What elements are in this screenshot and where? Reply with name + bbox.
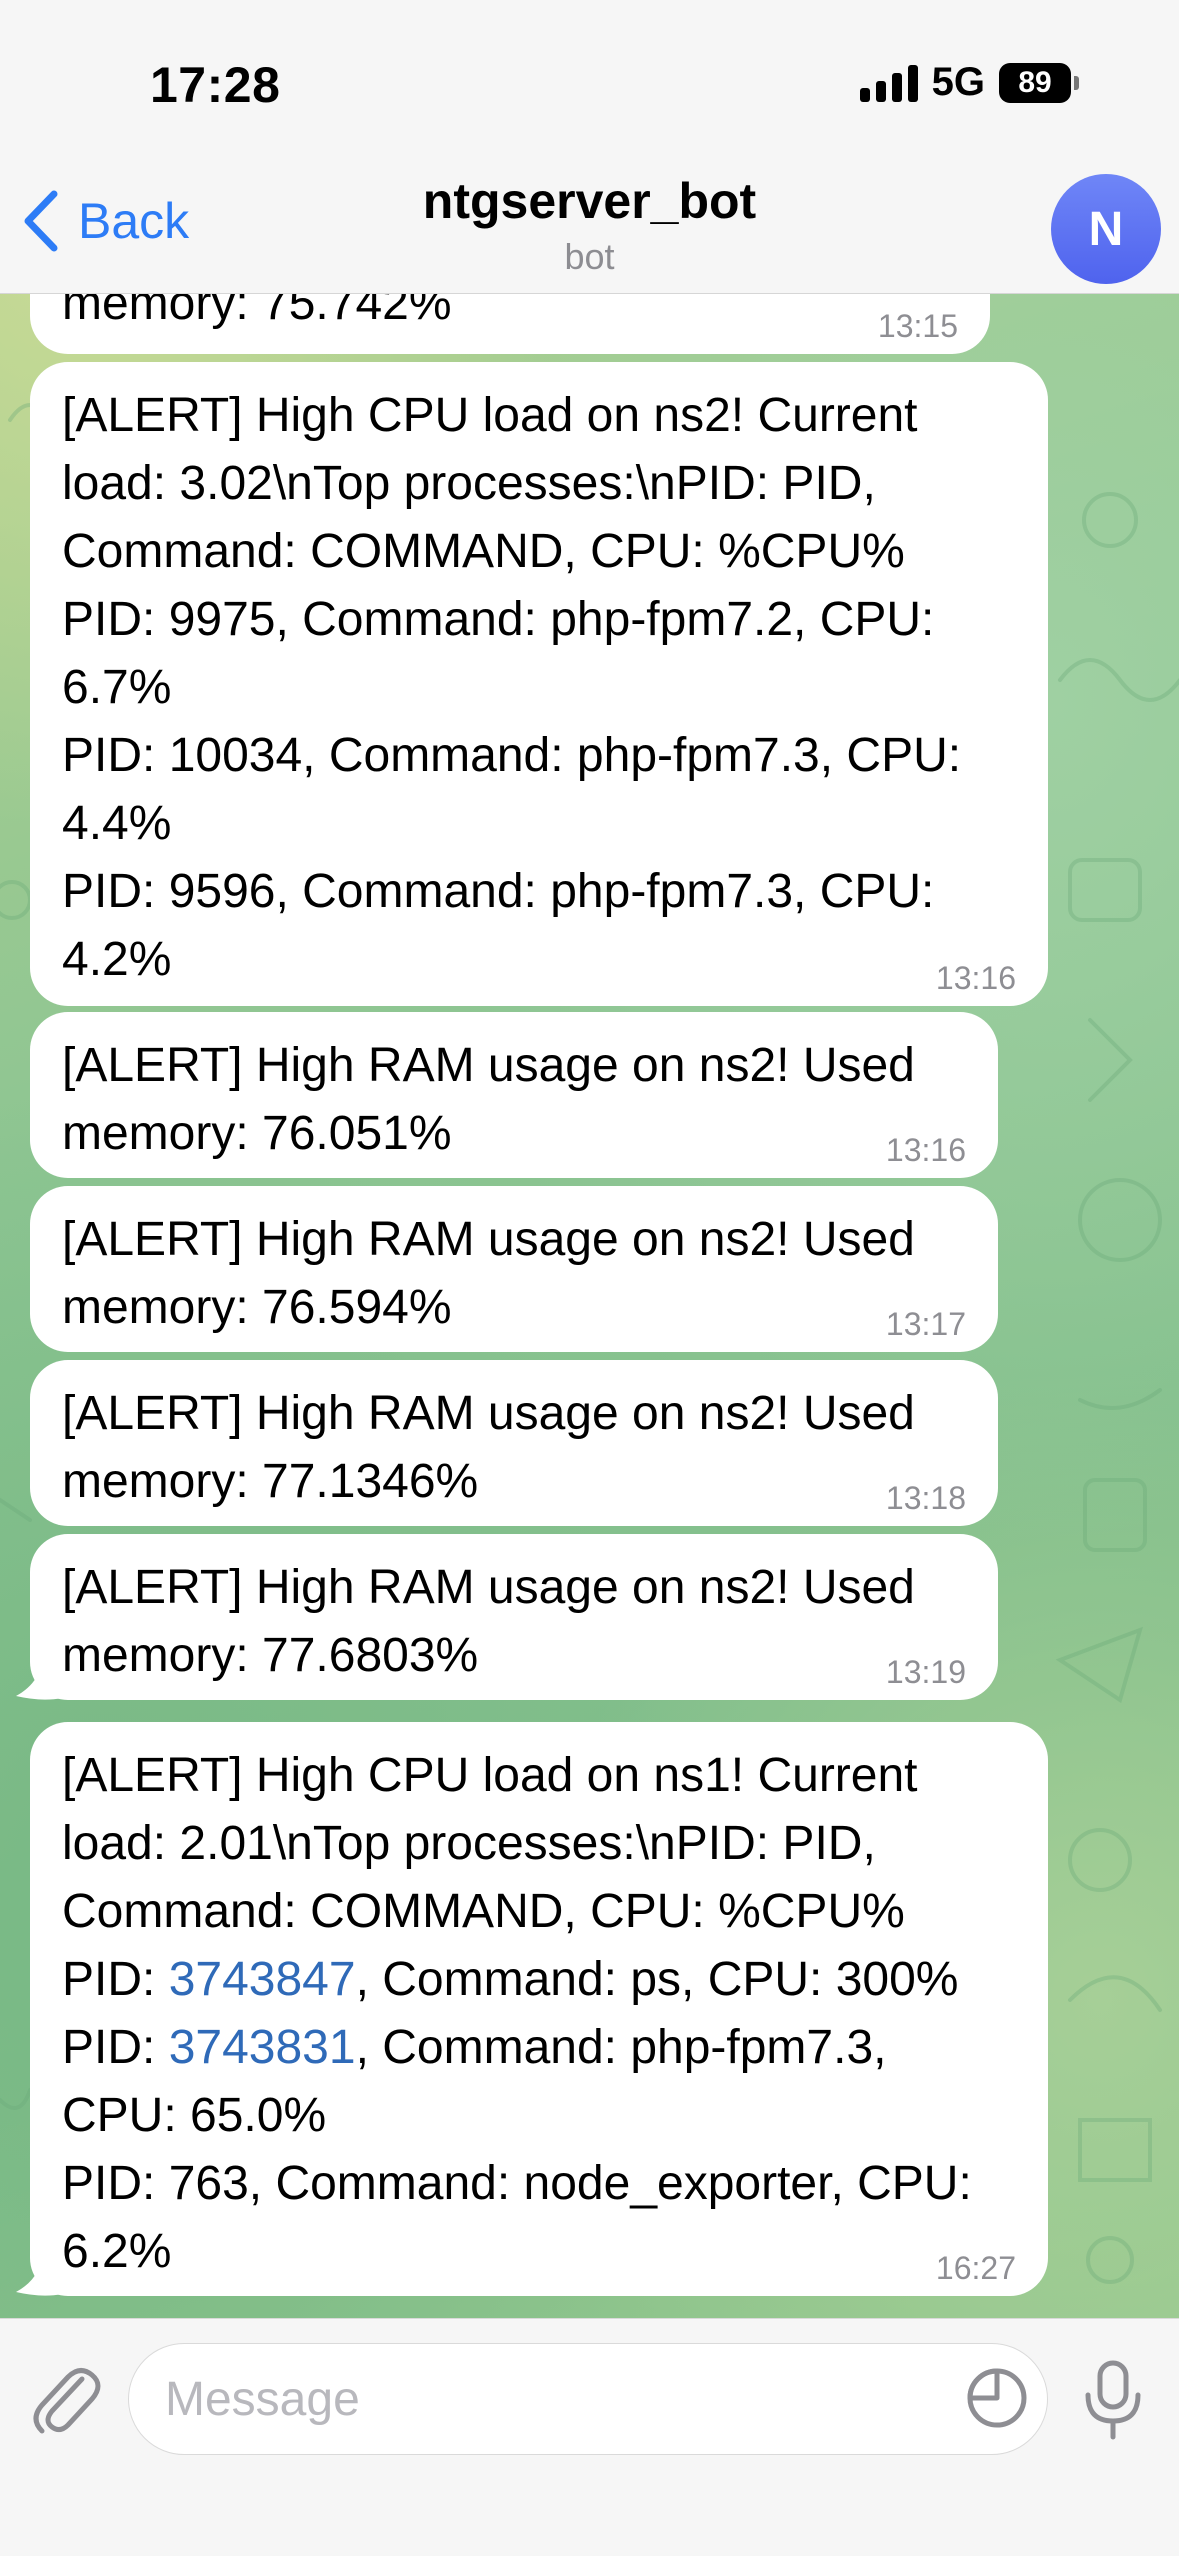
message-text: PID: 10034, Command: php-fpm7.3, CPU: <box>62 729 962 782</box>
message-bubble[interactable]: [ALERT] High CPU load on ns2! Current lo… <box>30 362 1048 1006</box>
message-time: 13:19 <box>885 1654 966 1690</box>
message-text: 4.4% <box>62 797 172 850</box>
message-text: 4.2% <box>62 933 172 986</box>
message-bubble[interactable]: [ALERT] High RAM usage on ns2! Used memo… <box>30 1012 998 1178</box>
message-text: memory: 77.6803% <box>62 1629 479 1682</box>
message-text: PID: 763, Command: node_exporter, CPU: <box>62 2157 972 2210</box>
message-time: 13:18 <box>885 1480 966 1516</box>
message-text: [ALERT] High RAM usage on ns2! Used <box>62 1561 915 1614</box>
message-text: Command: COMMAND, CPU: %CPU% <box>62 525 905 578</box>
message-text: [ALERT] High RAM usage on ns2! Used <box>62 1387 915 1440</box>
network-type: 5G <box>931 60 985 104</box>
message-input[interactable] <box>128 2343 1048 2455</box>
message-text: memory: 76.051% <box>62 1107 452 1160</box>
message-text: Command: COMMAND, CPU: %CPU% <box>62 1885 905 1938</box>
message-text: PID: 9596, Command: php-fpm7.3, CPU: <box>62 865 935 918</box>
status-time: 17:28 <box>150 57 281 113</box>
message-text: PID: 3743831, Command: php-fpm7.3, <box>62 2021 887 2074</box>
battery-icon: 89 <box>999 62 1079 103</box>
message-text: memory: 77.1346% <box>62 1455 479 1508</box>
avatar[interactable]: N <box>1051 174 1161 284</box>
message-text: [ALERT] High CPU load on ns1! Current <box>62 1749 918 1802</box>
message-text: [ALERT] High RAM usage on ns2! Used <box>62 1213 915 1266</box>
composer-bar <box>0 2318 1179 2556</box>
microphone-icon[interactable] <box>1082 2359 1144 2443</box>
message-bubble[interactable]: [ALERT] High CPU load on ns1! Current lo… <box>30 1722 1048 2296</box>
message-bubble[interactable]: [ALERT] High RAM usage on ns2! Used memo… <box>30 1360 998 1526</box>
message-text: PID: 3743847, Command: ps, CPU: 300% <box>62 1953 959 2006</box>
message-text: memory: 76.594% <box>62 1281 452 1334</box>
sticker-icon[interactable] <box>962 2363 1032 2433</box>
paperclip-icon[interactable] <box>30 2359 104 2439</box>
message-time: 13:16 <box>885 1132 966 1168</box>
message-time: 13:15 <box>877 308 958 344</box>
message-text: 6.7% <box>62 661 172 714</box>
message-text: 6.2% <box>62 2225 172 2278</box>
message-text: [ALERT] High RAM usage on ns2! Used <box>62 1039 915 1092</box>
status-indicators: 5G 89 <box>859 60 1079 105</box>
message-text: [ALERT] High CPU load on ns2! Current <box>62 389 918 442</box>
message-time: 13:16 <box>935 960 1016 996</box>
battery-level: 89 <box>999 62 1071 103</box>
pid-link[interactable]: 3743847 <box>169 1953 356 2006</box>
message-text: CPU: 65.0% <box>62 2089 327 2142</box>
message-text: PID: 9975, Command: php-fpm7.2, CPU: <box>62 593 935 646</box>
chat-title: ntgserver_bot <box>422 173 757 229</box>
pid-link[interactable]: 3743831 <box>169 2021 356 2074</box>
message-bubble[interactable]: [ALERT] High RAM usage on ns2! Used memo… <box>30 1186 998 1352</box>
message-bubble[interactable]: [ALERT] High RAM usage on ns2! Used memo… <box>30 1534 998 1700</box>
message-time: 13:17 <box>885 1306 966 1342</box>
chat-title-block[interactable]: ntgserver_bot bot <box>0 172 1179 278</box>
message-text: load: 3.02\nTop processes:\nPID: PID, <box>62 457 876 510</box>
signal-icon <box>859 64 918 102</box>
chat-subtitle: bot <box>564 236 615 277</box>
navigation-header: 17:28 5G 89 Back ntgserver_bot bot N <box>0 0 1179 294</box>
message-time: 16:27 <box>935 2250 1016 2286</box>
message-text: load: 2.01\nTop processes:\nPID: PID, <box>62 1817 876 1870</box>
